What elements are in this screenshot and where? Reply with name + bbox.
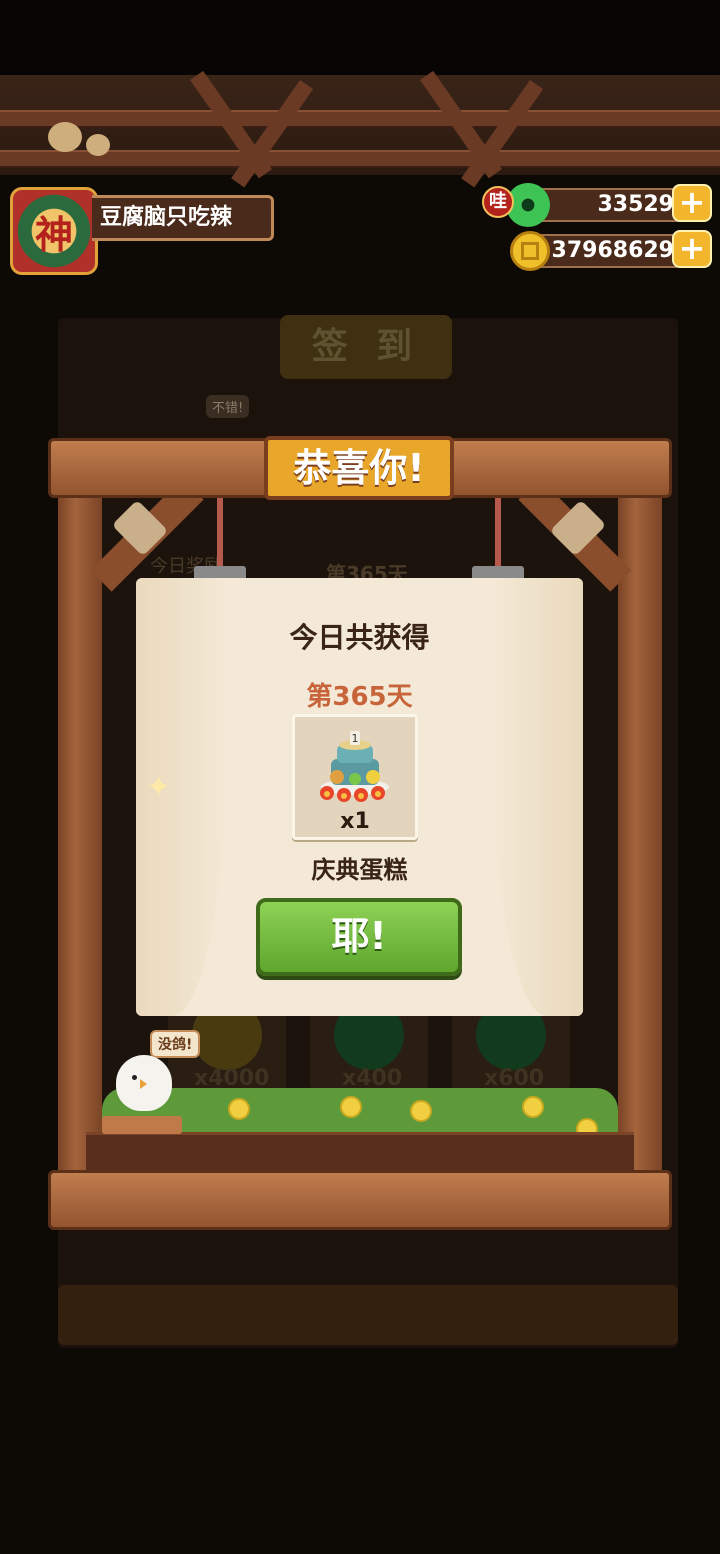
header-chick-icon [48, 122, 82, 152]
svg-text:1: 1 [352, 732, 359, 745]
flower-icon [340, 1096, 362, 1118]
hanging-rope-left [217, 498, 223, 568]
background-panel-base [58, 1285, 678, 1345]
flower-icon [522, 1096, 544, 1118]
header-chick-small-icon [86, 134, 110, 156]
coin-amount: 37968629 [530, 234, 684, 268]
sparkle-icon: ✦ [146, 770, 172, 805]
stage-counter [86, 1132, 634, 1175]
reward-dialog: 今日共获得 第365天 1 x1 庆典蛋糕 耶! [136, 578, 583, 1016]
chicken-beak [140, 1079, 147, 1089]
day-count: 第365天 [306, 682, 413, 712]
player-name: 豆腐脑只吃辣 [92, 195, 274, 241]
frame-post-left [58, 496, 102, 1176]
chicken-mascot-icon [116, 1055, 172, 1111]
dialog-heading: 今日共获得 [289, 621, 430, 654]
flower-icon [410, 1100, 432, 1122]
player-avatar[interactable]: 神 [10, 187, 98, 275]
background-speech-bubble: 不错! [206, 395, 250, 418]
header-beam-lower [0, 150, 720, 168]
add-jade-button[interactable]: + [672, 184, 712, 222]
hanging-rope-right [495, 498, 501, 568]
flower-icon [228, 1098, 250, 1120]
reward-item-card: 1 x1 [292, 714, 418, 840]
frame-bottom-beam [48, 1170, 672, 1230]
wa-badge: 哇 [482, 186, 514, 218]
dialog-title: 恭喜你! [264, 436, 454, 500]
celebration-cake-icon: 1 [320, 731, 389, 802]
reward-item-name: 庆典蛋糕 [311, 856, 408, 884]
avatar-emblem: 神 [34, 211, 73, 257]
add-coins-button[interactable]: + [672, 230, 712, 268]
mascot-speech-bubble: 没鸽! [150, 1030, 201, 1058]
wooden-sign [102, 1116, 182, 1134]
reward-quantity: x1 [340, 809, 370, 834]
coin-hole [521, 242, 539, 260]
header-beam-upper [0, 110, 720, 128]
copper-coin-icon [510, 231, 550, 271]
top-bar [0, 0, 720, 75]
frame-post-right [618, 496, 662, 1176]
chicken-eye [132, 1075, 137, 1080]
background-panel-title: 签 到 [280, 315, 452, 379]
confirm-button[interactable]: 耶! [256, 898, 462, 976]
